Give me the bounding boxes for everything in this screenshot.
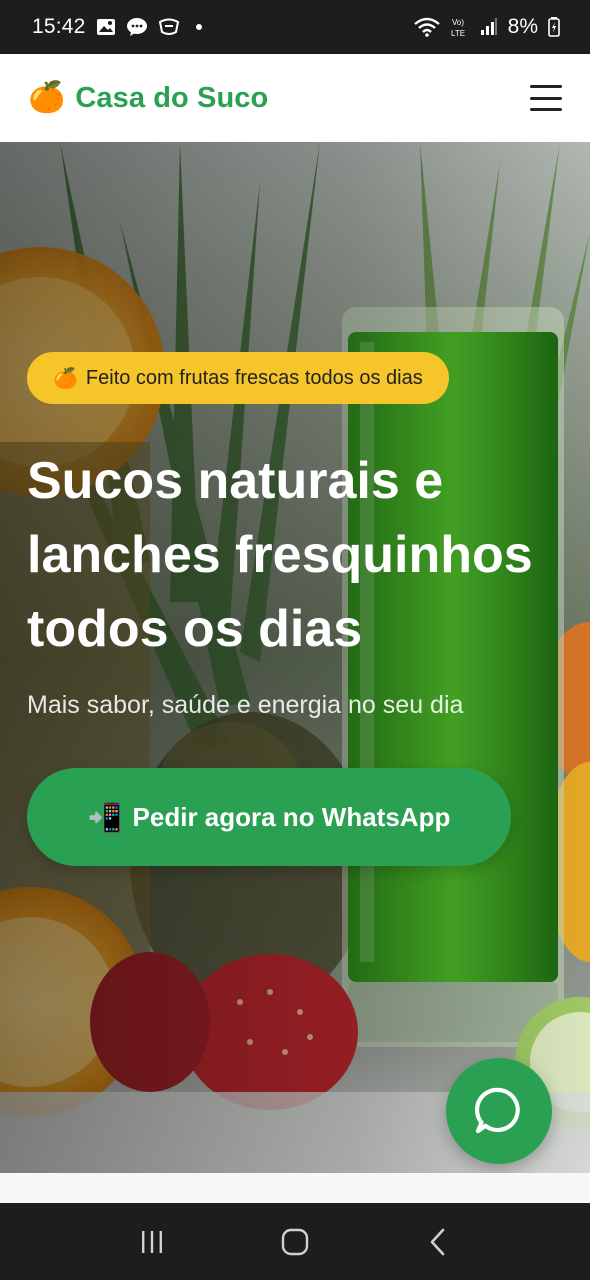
whatsapp-icon — [474, 1087, 520, 1134]
status-right: Vo) LTE 8% — [413, 15, 560, 39]
whatsapp-order-button[interactable]: 📲 Pedir agora no WhatsApp — [27, 768, 511, 866]
battery-icon — [548, 17, 560, 37]
status-time: 15:42 — [32, 15, 86, 38]
orange-icon: 🍊 — [53, 367, 78, 390]
status-left: 15:42 — [32, 15, 202, 39]
status-bar: 15:42 Vo) LTE 8% — [0, 0, 590, 54]
fresh-fruit-badge: 🍊 Feito com frutas frescas todos os dias — [27, 352, 449, 404]
battery-percent: 8% — [507, 15, 538, 38]
page-below-hero — [0, 1173, 590, 1203]
wifi-icon — [413, 17, 440, 37]
back-icon — [431, 1228, 445, 1255]
menu-line — [530, 108, 562, 111]
back-button[interactable] — [408, 1212, 468, 1272]
image-icon — [96, 18, 116, 36]
app-icon — [158, 18, 180, 36]
screen: 15:42 Vo) LTE 8% 🍊 Casa do Suco 🍊 Feito … — [0, 0, 590, 1280]
recents-button[interactable] — [122, 1212, 182, 1272]
hero-content: 🍊 Feito com frutas frescas todos os dias… — [27, 352, 567, 866]
menu-line — [530, 96, 562, 100]
notification-dot-icon — [195, 24, 202, 30]
svg-text:LTE: LTE — [451, 29, 465, 38]
hero-subtitle: Mais sabor, saúde e energia no seu dia — [27, 691, 464, 719]
brand-name: Casa do Suco — [75, 81, 269, 114]
hero-title: Sucos naturais e lanches fresquinhos tod… — [27, 452, 533, 658]
site-header: 🍊 Casa do Suco — [0, 54, 590, 142]
cta-label: Pedir agora no WhatsApp — [132, 801, 451, 832]
hero-section: 🍊 Feito com frutas frescas todos os dias… — [0, 142, 590, 1173]
home-button[interactable] — [265, 1212, 325, 1272]
menu-line — [530, 85, 562, 88]
orange-icon: 🍊 — [28, 81, 66, 114]
chat-icon — [126, 17, 148, 37]
badge-text: Feito com frutas frescas todos os dias — [85, 366, 423, 389]
home-icon — [281, 1228, 309, 1255]
brand-logo[interactable]: 🍊 Casa do Suco — [28, 82, 268, 115]
recents-icon — [141, 1230, 162, 1253]
hamburger-menu-icon[interactable] — [530, 85, 562, 111]
whatsapp-floating-button[interactable] — [446, 1058, 552, 1164]
android-nav-bar — [0, 1203, 590, 1280]
volte-icon: Vo) LTE — [450, 16, 470, 38]
mobile-phone-icon: 📲 — [87, 801, 123, 833]
signal-icon — [480, 18, 498, 36]
svg-text:Vo): Vo) — [452, 18, 464, 27]
